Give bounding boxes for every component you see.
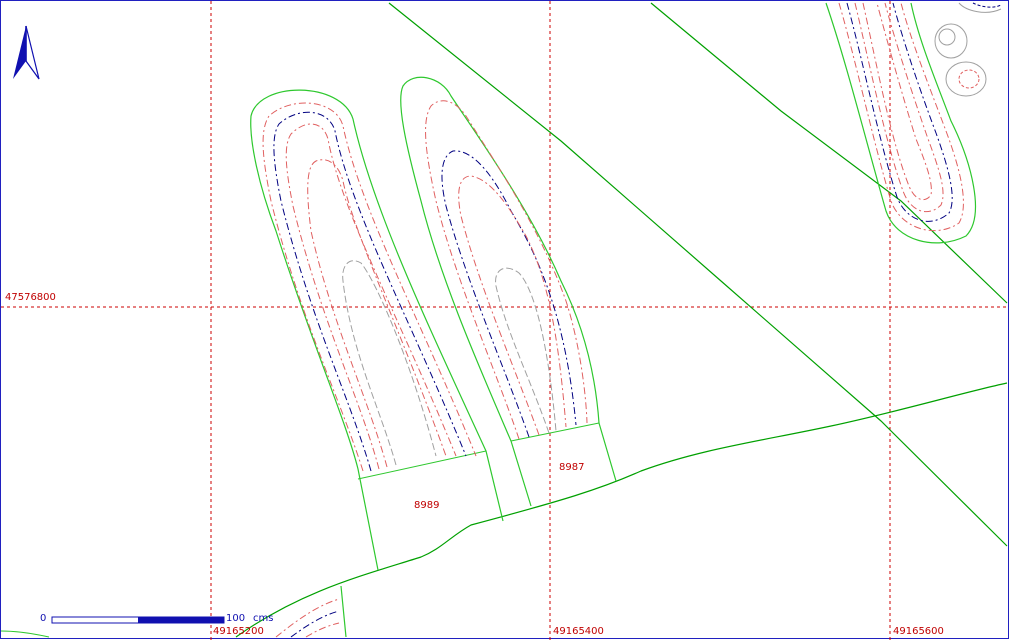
tree-marker-1-inner <box>938 28 956 46</box>
parcel-outline-bottom-left-2 <box>1 630 50 638</box>
contour-red-8 <box>862 2 932 201</box>
map-canvas[interactable]: 47576800 49165200 49165400 49165600 8989… <box>0 0 1009 640</box>
parcel-divider-8989 <box>357 450 487 480</box>
contour-red-9 <box>275 598 340 638</box>
contour-red-3 <box>307 159 447 468</box>
parcel-bed-8989[interactable] <box>250 89 504 571</box>
parcel-bed-bottom-left[interactable] <box>1 585 347 638</box>
boundary-diagonal-line <box>650 2 1008 304</box>
contour-gray-1 <box>342 260 437 466</box>
tree-markers <box>934 2 1002 97</box>
parcel-bed-top-right[interactable] <box>825 2 977 244</box>
contour-blue-4 <box>290 610 340 638</box>
scale-bar-unit-label: cms <box>253 613 274 624</box>
map-drawing[interactable] <box>1 1 1009 640</box>
parcel-divider-8987 <box>510 422 600 442</box>
parcel-label-8989[interactable]: 8989 <box>414 500 439 511</box>
scale-bar-start-label: 0 <box>40 613 47 624</box>
grid-label-northing: 47576800 <box>5 292 56 303</box>
contour-red-7 <box>854 2 944 213</box>
contour-red-10 <box>305 622 340 638</box>
contour-red-2 <box>285 123 457 470</box>
grid-label-easting-3: 49165600 <box>893 626 944 637</box>
road-diagonal-line <box>388 2 1008 547</box>
boundary-lines <box>235 2 1008 638</box>
tree-marker-2 <box>945 61 987 97</box>
survey-grid <box>1 1 1009 640</box>
grid-label-easting-2: 49165400 <box>553 626 604 637</box>
scale-bar-end-label: 100 <box>226 613 246 624</box>
grid-label-easting-1: 49165200 <box>213 626 264 637</box>
contour-blue-1 <box>273 111 467 472</box>
parcel-label-8987[interactable]: 8987 <box>559 462 584 473</box>
road-bottom-line <box>235 382 1008 638</box>
contour-red-5 <box>458 175 567 436</box>
north-arrow-icon <box>13 25 40 80</box>
tree-marker-2-inner <box>958 69 980 89</box>
contour-blue-2 <box>441 150 577 438</box>
parcel-outline-8987 <box>400 76 617 507</box>
parcel-outline-top-right <box>825 2 977 244</box>
parcel-outline-bottom-left <box>340 585 347 638</box>
contour-red-6 <box>838 2 964 232</box>
tree-marker-3 <box>958 2 1002 13</box>
scale-bar-graphic <box>51 616 225 624</box>
tree-marker-3-inner <box>972 2 1002 8</box>
parcel-bed-8987[interactable] <box>400 76 617 507</box>
parcel-outline-8989 <box>250 89 504 571</box>
